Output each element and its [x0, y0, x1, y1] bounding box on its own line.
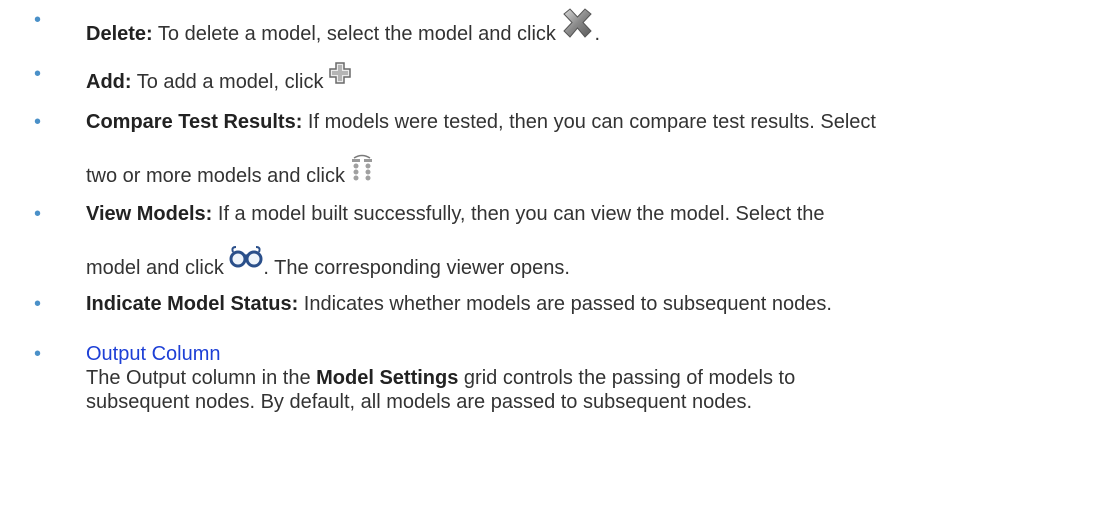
model-settings-term: Model Settings — [316, 367, 459, 389]
bullet-icon: • — [34, 293, 42, 315]
output-column-paragraph-line2: subsequent nodes. By default, all models… — [86, 391, 753, 413]
term-label: Delete: — [86, 23, 153, 45]
description-line2: model and click — [86, 257, 230, 279]
list-item-text: Indicate Model Status: Indicates whether… — [86, 292, 1106, 316]
term-label: View Models: — [86, 203, 213, 225]
description-end: . The corresponding viewer opens. — [263, 257, 570, 279]
description: To add a model, click — [131, 71, 330, 93]
bullet-icon: • — [34, 63, 42, 85]
term-label: Compare Test Results: — [86, 111, 303, 133]
description-line1: If models were tested, then you can comp… — [302, 111, 876, 133]
list-item-text: Delete: To delete a model, select the mo… — [86, 8, 1106, 46]
list-item-text: Compare Test Results: If models were tes… — [86, 110, 1106, 188]
paragraph-text-cont: grid controls the passing of models to — [458, 367, 796, 389]
list-item-text: Output Column The Output column in the M… — [86, 342, 1106, 414]
term-label: Indicate Model Status: — [86, 293, 299, 315]
paragraph-text: The Output column in the — [86, 367, 317, 389]
delete-x-icon — [561, 8, 594, 44]
description-line1: If a model built successfully, then you … — [212, 203, 825, 225]
description-line2: two or more models and click — [86, 165, 351, 187]
bullet-icon: • — [34, 343, 42, 365]
add-plus-icon — [329, 62, 351, 90]
bullet-icon: • — [34, 111, 42, 133]
description: Indicates whether models are passed to s… — [298, 293, 832, 315]
term-label: Add: — [86, 71, 132, 93]
list-item-text: Add: To add a model, click — [86, 62, 1106, 94]
output-column-link[interactable]: Output Column — [86, 343, 221, 365]
description-end: . — [594, 23, 601, 45]
view-models-glasses-icon — [229, 246, 263, 274]
compare-test-results-icon — [351, 154, 373, 188]
description: To delete a model, select the model and … — [152, 23, 562, 45]
bullet-icon: • — [34, 203, 42, 225]
bullet-icon: • — [34, 9, 42, 31]
list-item-text: View Models: If a model built successful… — [86, 202, 1106, 280]
output-column-paragraph: The Output column in the Model Settings … — [86, 366, 1106, 390]
